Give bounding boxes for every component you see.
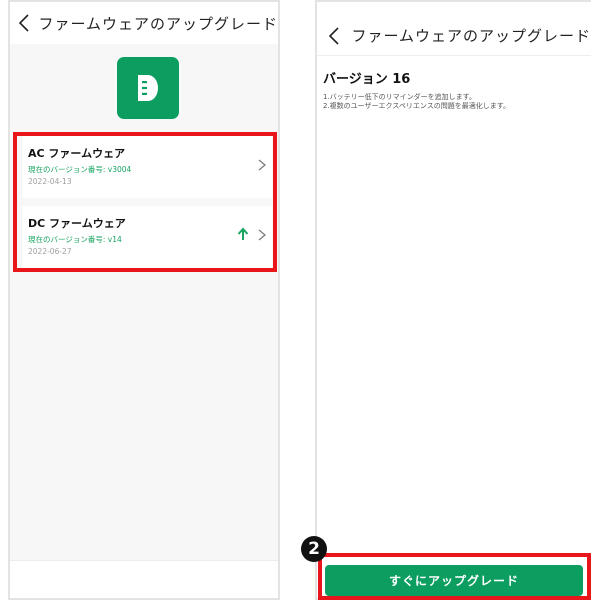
page-title: ファームウェアのアップグレード xyxy=(38,14,278,33)
upgrade-arrow-icon xyxy=(237,227,249,240)
chevron-right-icon xyxy=(258,159,266,171)
upgrade-now-button[interactable]: すぐにアップグレード xyxy=(325,565,583,596)
release-note: 1.バッテリー低下のリマインダーを追加します。 xyxy=(323,93,476,101)
release-note: 2.複数のユーザーエクスペリエンスの問題を最適化します。 xyxy=(323,102,510,110)
bottom-bar xyxy=(10,560,278,598)
version-detail-screen: ファームウェアのアップグレード バージョン 16 1.バッテリー低下のリマインダ… xyxy=(315,0,591,600)
chevron-right-icon xyxy=(258,229,266,241)
firmware-date: 2022-06-27 xyxy=(28,247,72,256)
firmware-list-screen: ファームウェアのアップグレード AC ファームウェア 現在のバージョン番号: v… xyxy=(8,0,280,600)
back-button[interactable] xyxy=(323,21,345,51)
release-notes: 1.バッテリー低下のリマインダーを追加します。 2.複数のユーザーエクスペリエン… xyxy=(323,93,510,111)
back-button[interactable] xyxy=(16,8,32,38)
app-logo xyxy=(117,57,179,119)
back-icon xyxy=(19,14,29,32)
ac-firmware-card[interactable]: AC ファームウェア 現在のバージョン番号: v3004 2022-04-13 xyxy=(22,136,272,198)
version-title: バージョン 16 xyxy=(323,72,411,87)
firmware-name: DC ファームウェア xyxy=(28,217,126,230)
page-title: ファームウェアのアップグレード xyxy=(351,27,591,45)
app-logo-icon xyxy=(138,75,158,101)
firmware-version: 現在のバージョン番号: v3004 xyxy=(28,165,132,174)
dc-firmware-card[interactable]: DC ファームウェア 現在のバージョン番号: v14 2022-06-27 xyxy=(22,206,272,268)
nav-bar: ファームウェアのアップグレード xyxy=(10,2,278,44)
back-icon xyxy=(329,26,339,45)
firmware-name: AC ファームウェア xyxy=(28,147,126,160)
step-badge: 2 xyxy=(301,536,327,562)
firmware-version: 現在のバージョン番号: v14 xyxy=(28,235,122,244)
nav-bar: ファームウェアのアップグレード xyxy=(317,16,591,56)
firmware-date: 2022-04-13 xyxy=(28,177,72,186)
